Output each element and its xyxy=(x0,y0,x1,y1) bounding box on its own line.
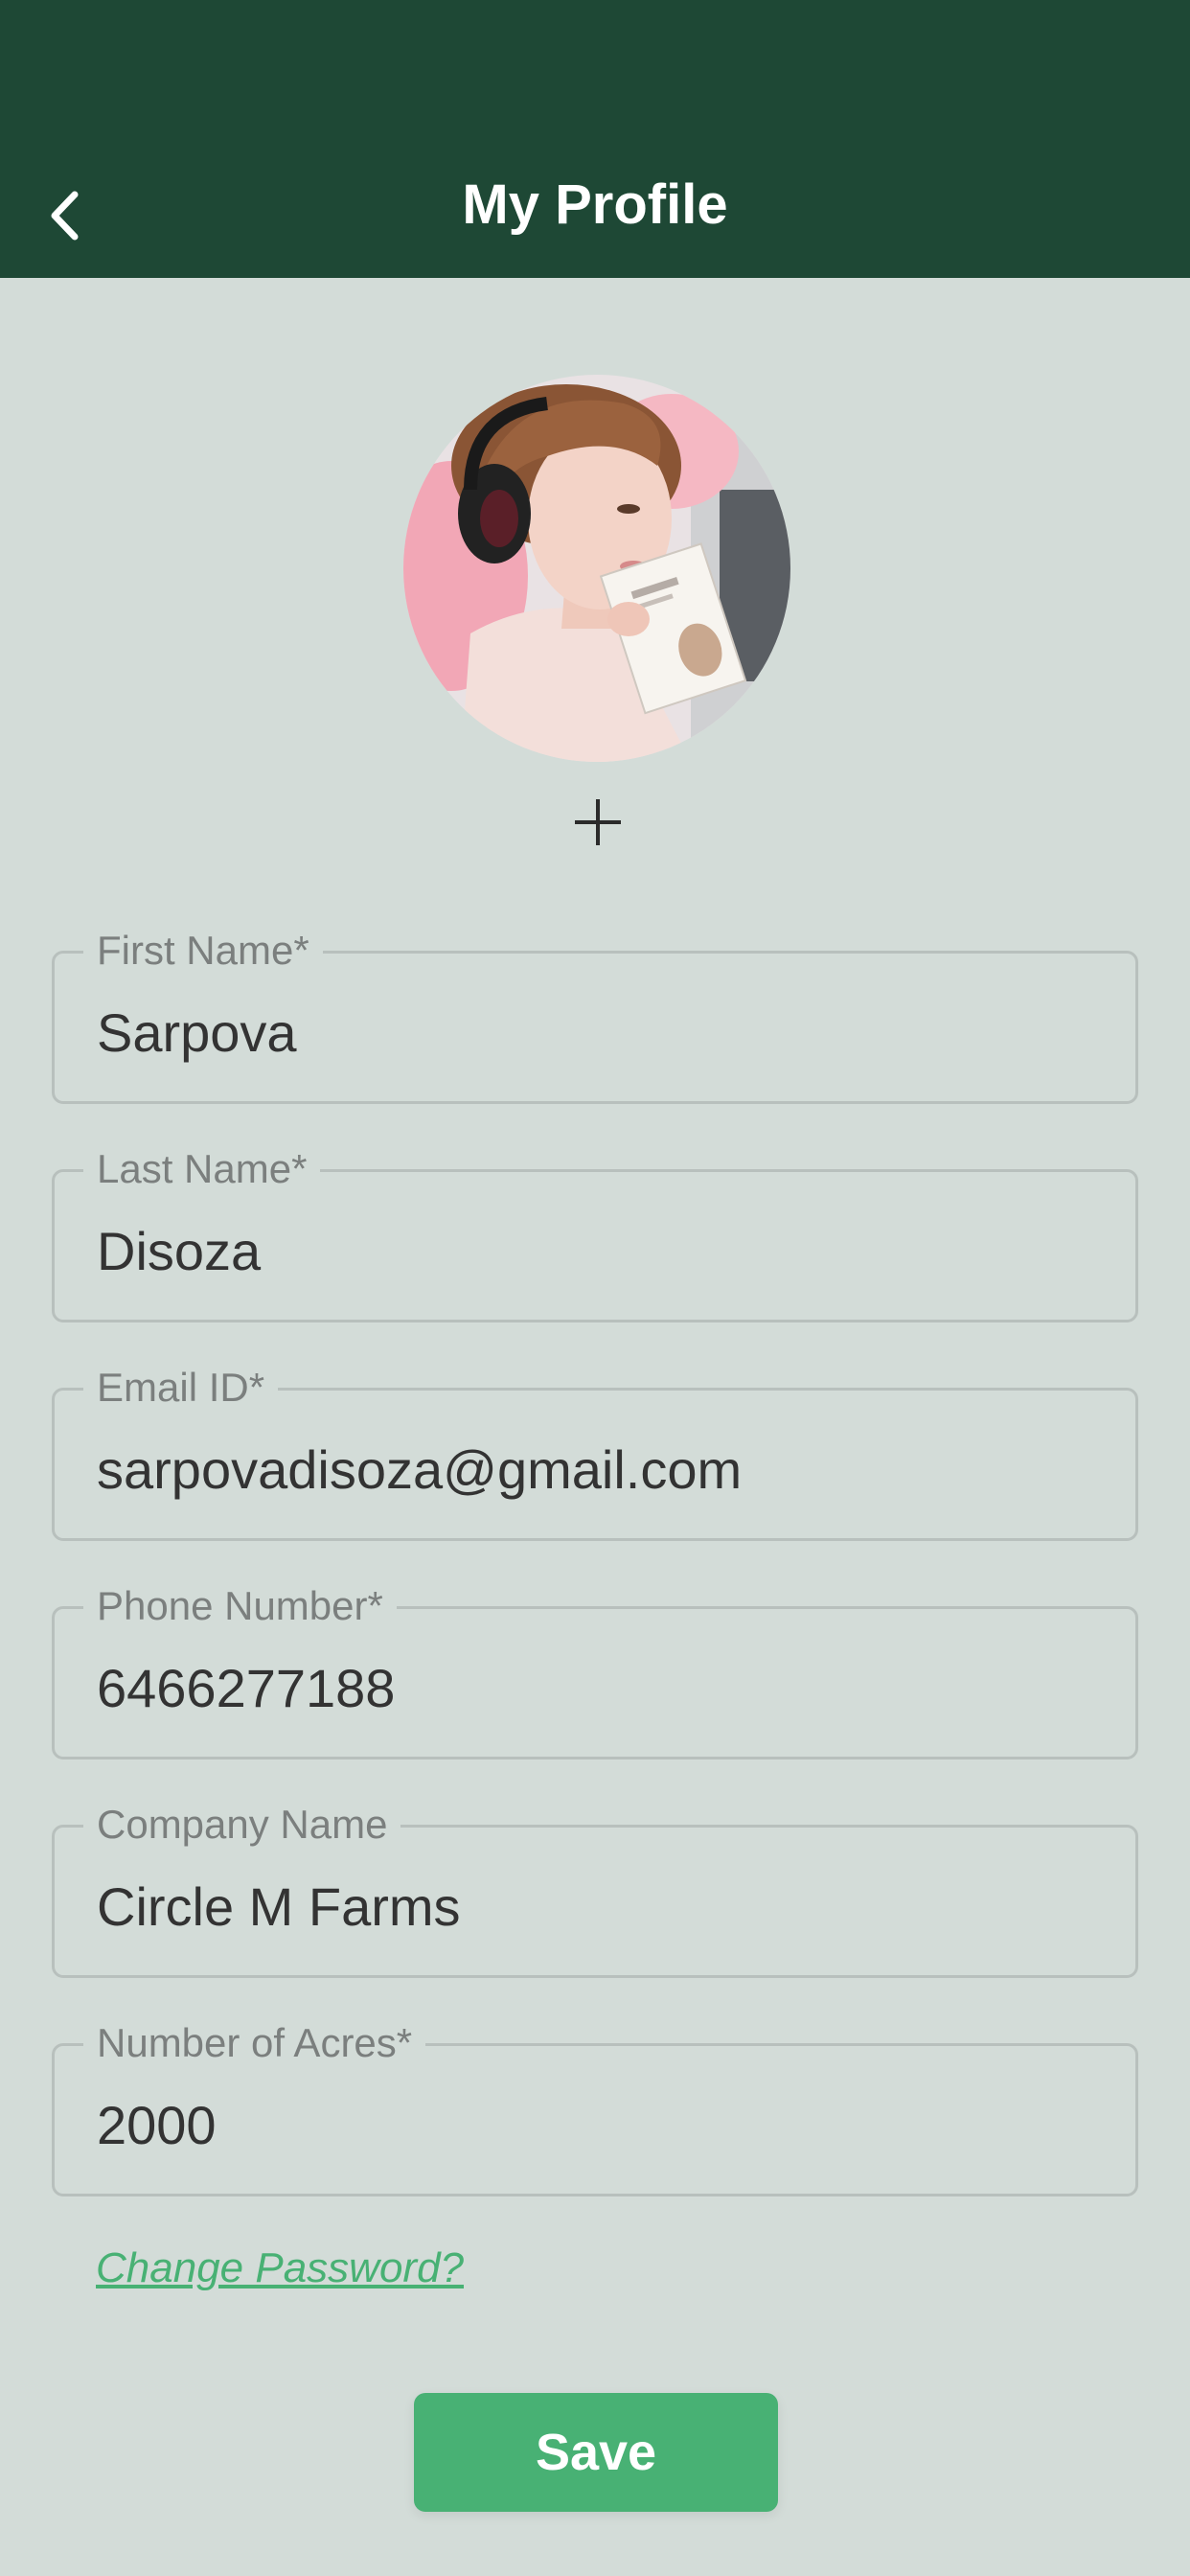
last-name-value[interactable]: Disoza xyxy=(97,1220,261,1283)
number-of-acres-value[interactable]: 2000 xyxy=(97,2094,217,2157)
first-name-value[interactable]: Sarpova xyxy=(97,1001,297,1065)
phone-number-value[interactable]: 6466277188 xyxy=(97,1657,395,1720)
number-of-acres-field[interactable]: Number of Acres* 2000 xyxy=(52,2017,1138,2196)
company-name-label: Company Name xyxy=(83,1799,401,1851)
email-label: Email ID* xyxy=(83,1362,279,1414)
app-header: My Profile xyxy=(0,0,1190,278)
phone-number-field[interactable]: Phone Number* 6466277188 xyxy=(52,1580,1138,1760)
plus-icon[interactable] xyxy=(561,786,634,859)
company-name-field[interactable]: Company Name Circle M Farms xyxy=(52,1799,1138,1978)
email-value[interactable]: sarpovadisoza@gmail.com xyxy=(97,1438,742,1502)
first-name-field[interactable]: First Name* Sarpova xyxy=(52,925,1138,1104)
save-button-label: Save xyxy=(535,2424,657,2481)
company-name-value[interactable]: Circle M Farms xyxy=(97,1875,461,1939)
email-field[interactable]: Email ID* sarpovadisoza@gmail.com xyxy=(52,1362,1138,1541)
number-of-acres-label: Number of Acres* xyxy=(83,2017,426,2069)
avatar[interactable] xyxy=(403,375,790,762)
save-button[interactable]: Save xyxy=(414,2393,778,2512)
last-name-label: Last Name* xyxy=(83,1143,321,1195)
first-name-label: First Name* xyxy=(83,925,323,977)
last-name-field[interactable]: Last Name* Disoza xyxy=(52,1143,1138,1322)
phone-number-label: Phone Number* xyxy=(83,1580,397,1632)
change-password-link[interactable]: Change Password? xyxy=(96,2241,464,2296)
page-title: My Profile xyxy=(462,173,728,236)
